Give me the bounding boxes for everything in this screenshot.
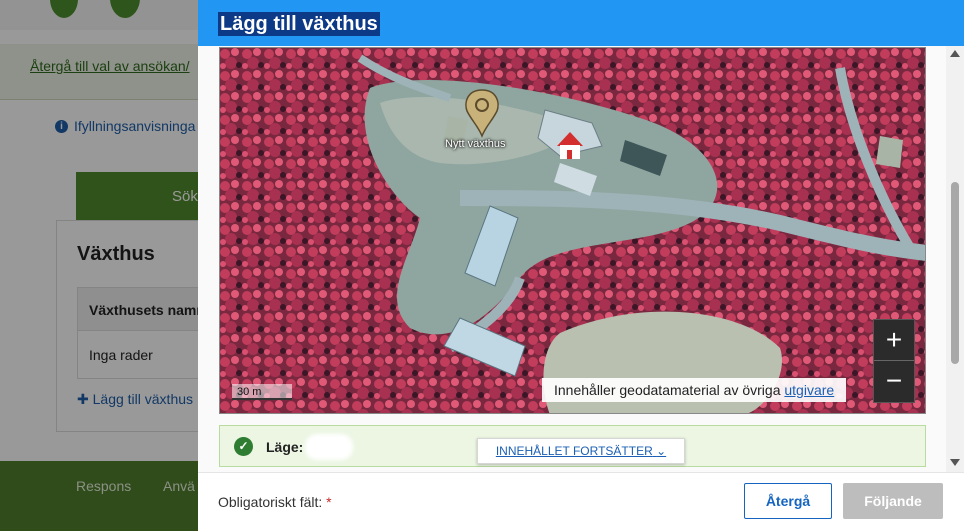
next-button[interactable]: Följande bbox=[843, 483, 943, 519]
dialog-body: Nytt växthus + − 30 m Innehåller geodata… bbox=[198, 46, 964, 472]
scroll-thumb[interactable] bbox=[951, 182, 959, 364]
dialog-scrollbar[interactable] bbox=[946, 46, 964, 472]
location-status: ✓ Läge: INNEHÅLLET FORTSÄTTER ⌄ bbox=[219, 425, 926, 467]
location-value-redacted bbox=[305, 434, 353, 460]
scroll-down-arrow-icon[interactable] bbox=[950, 459, 960, 466]
dialog-footer: Obligatoriskt fält: * Återgå Följande bbox=[198, 472, 964, 531]
attribution-text: Innehåller geodatamaterial av övriga bbox=[554, 382, 785, 398]
chevron-down-icon: ⌄ bbox=[656, 444, 667, 458]
attribution-link[interactable]: utgivare bbox=[784, 382, 834, 398]
aerial-map-image bbox=[220, 48, 925, 413]
map-attribution: Innehåller geodatamaterial av övriga utg… bbox=[542, 378, 847, 402]
location-label: Läge: bbox=[266, 439, 304, 455]
map-scale: 30 m bbox=[232, 384, 292, 400]
zoom-controls: + − bbox=[873, 319, 915, 403]
check-circle-icon: ✓ bbox=[234, 437, 253, 456]
zoom-out-button[interactable]: − bbox=[874, 361, 914, 402]
dialog-title: Lägg till växthus bbox=[218, 12, 380, 36]
content-continues-button[interactable]: INNEHÅLLET FORTSÄTTER ⌄ bbox=[477, 438, 685, 464]
zoom-in-button[interactable]: + bbox=[874, 320, 914, 361]
required-fields-note: Obligatoriskt fält: * bbox=[218, 494, 332, 510]
pin-label: Nytt växthus bbox=[445, 138, 506, 150]
scroll-up-arrow-icon[interactable] bbox=[950, 50, 960, 57]
required-star: * bbox=[326, 494, 332, 510]
add-greenhouse-dialog: Lägg till växthus Nytt växthus + − 30 m … bbox=[198, 0, 964, 531]
dialog-header: Lägg till växthus bbox=[198, 0, 964, 46]
map-view[interactable]: Nytt växthus + − 30 m Innehåller geodata… bbox=[219, 47, 926, 414]
back-button[interactable]: Återgå bbox=[744, 483, 832, 519]
